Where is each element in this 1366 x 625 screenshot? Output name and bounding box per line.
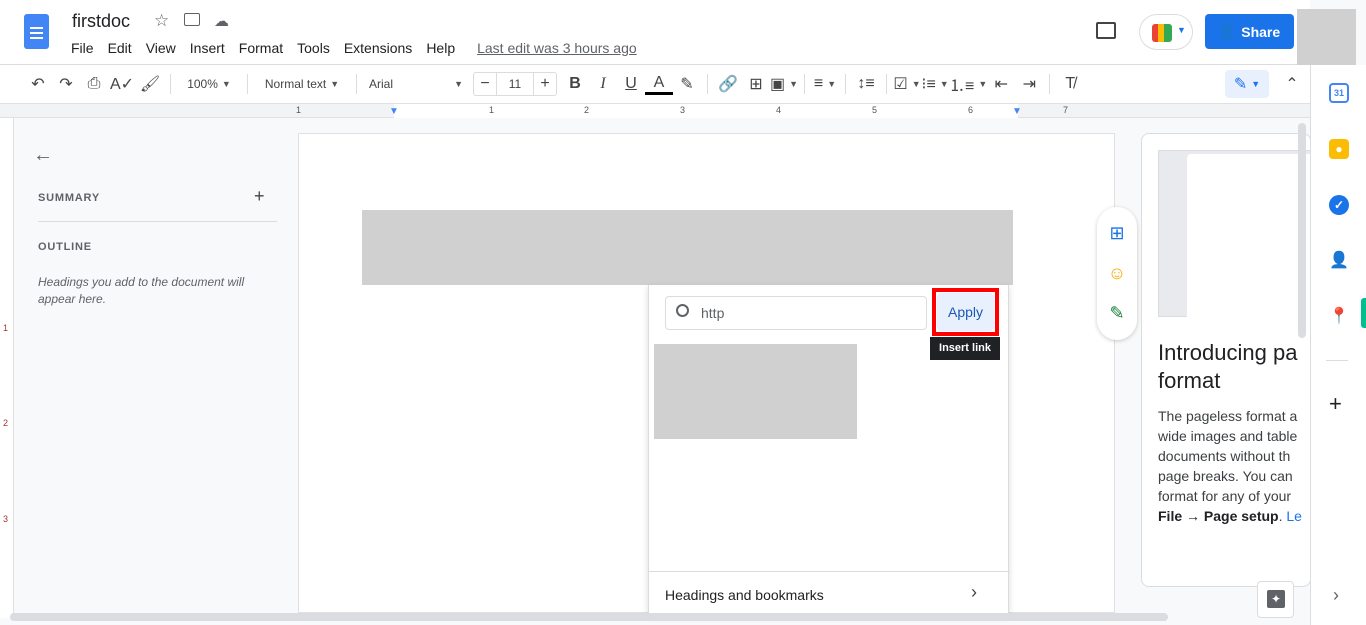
undo-icon[interactable]: ↶ bbox=[24, 70, 52, 98]
side-panel: 31 ● ✓ 👤 📍 + › bbox=[1310, 65, 1366, 625]
apply-button[interactable]: Apply bbox=[937, 293, 994, 331]
vertical-ruler[interactable]: 1 2 3 bbox=[0, 118, 14, 618]
increase-indent-icon[interactable]: ⇥ bbox=[1015, 70, 1043, 98]
insert-link-icon[interactable]: 🔗 bbox=[714, 70, 742, 98]
menu-view[interactable]: View bbox=[146, 40, 176, 56]
insert-image-icon[interactable]: ▣ ▼ bbox=[770, 70, 798, 98]
headings-bookmarks-item[interactable]: Headings and bookmarks › bbox=[649, 572, 1010, 612]
clear-formatting-icon[interactable]: T̸ bbox=[1056, 70, 1084, 98]
explore-button[interactable]: ✦ bbox=[1257, 581, 1294, 618]
header: firstdoc ☆ ☁ File Edit View Insert Forma… bbox=[0, 0, 1356, 69]
align-icon[interactable]: ≡ ▼ bbox=[811, 70, 839, 98]
redacted-content bbox=[362, 210, 1013, 285]
link-input[interactable]: http bbox=[665, 296, 927, 330]
collapse-menus-icon[interactable]: ⌃ bbox=[1278, 70, 1306, 98]
zoom-select[interactable]: 100% ▼ bbox=[177, 70, 241, 98]
menu-edit[interactable]: Edit bbox=[108, 40, 132, 56]
search-icon bbox=[676, 304, 689, 317]
horizontal-scrollbar[interactable] bbox=[10, 613, 1168, 621]
horizontal-ruler[interactable]: 1 1 2 3 4 5 6 7 ▼ ▼ bbox=[0, 103, 1310, 118]
chevron-right-icon: › bbox=[971, 582, 977, 602]
menu-format[interactable]: Format bbox=[239, 40, 283, 56]
toolbar: ↶ ↷ ⎙ A✓ 🖌 100% ▼ Normal text ▼ Arial ▼ − 1… bbox=[0, 65, 1310, 103]
menu-insert[interactable]: Insert bbox=[190, 40, 225, 56]
back-arrow-icon[interactable]: ← bbox=[33, 144, 53, 167]
spellcheck-icon[interactable]: A✓ bbox=[108, 70, 136, 98]
font-size-decrease-button[interactable]: − bbox=[474, 73, 496, 95]
comments-icon[interactable] bbox=[1096, 22, 1116, 39]
numbered-list-icon[interactable]: ⒈≡ ▼ bbox=[949, 70, 987, 98]
font-size-increase-button[interactable]: + bbox=[534, 73, 556, 95]
font-size-input[interactable]: 11 bbox=[496, 73, 534, 95]
left-indent-marker[interactable]: ▼ bbox=[389, 106, 399, 117]
account-avatar[interactable] bbox=[1297, 9, 1356, 69]
vertical-scrollbar[interactable] bbox=[1298, 123, 1306, 338]
person-add-icon: 👤 bbox=[1218, 23, 1237, 39]
tasks-icon[interactable]: ✓ bbox=[1329, 195, 1349, 215]
menu-tools[interactable]: Tools bbox=[297, 40, 330, 56]
move-folder-icon[interactable] bbox=[184, 13, 200, 26]
calendar-icon[interactable]: 31 bbox=[1329, 83, 1349, 103]
explore-icon: ✦ bbox=[1267, 590, 1285, 608]
font-select[interactable]: Arial ▼ bbox=[363, 70, 469, 98]
editing-mode-button[interactable]: ✎ ▼ bbox=[1225, 70, 1269, 98]
add-addon-icon[interactable]: + bbox=[1329, 391, 1342, 417]
redo-icon[interactable]: ↷ bbox=[52, 70, 80, 98]
menu-extensions[interactable]: Extensions bbox=[344, 40, 412, 56]
last-edit-link[interactable]: Last edit was 3 hours ago bbox=[477, 40, 637, 56]
promo-title: Introducing pa format bbox=[1158, 340, 1298, 393]
outline-label: OUTLINE bbox=[38, 241, 92, 253]
right-indent-marker[interactable]: ▼ bbox=[1012, 106, 1022, 117]
cloud-saved-icon[interactable]: ☁ bbox=[214, 12, 229, 30]
link-dialog: http Apply Insert link Headings and book… bbox=[648, 285, 1010, 615]
promo-illustration bbox=[1158, 150, 1310, 324]
redacted-suggestions bbox=[654, 344, 857, 439]
checklist-icon[interactable]: ☑ ▼ bbox=[893, 70, 921, 98]
learn-more-link[interactable]: Le bbox=[1286, 508, 1302, 524]
underline-icon[interactable]: U bbox=[617, 70, 645, 98]
maps-icon[interactable]: 📍 bbox=[1329, 307, 1349, 327]
pageless-promo-card: Introducing pa format The pageless forma… bbox=[1141, 133, 1311, 587]
promo-body: The pageless format a wide images and ta… bbox=[1158, 408, 1302, 524]
style-select[interactable]: Normal text ▼ bbox=[254, 70, 350, 98]
decrease-indent-icon[interactable]: ⇤ bbox=[987, 70, 1015, 98]
highlight-icon[interactable]: ✎ bbox=[673, 70, 701, 98]
menu-file[interactable]: File bbox=[71, 40, 94, 56]
docs-logo-icon[interactable] bbox=[24, 14, 49, 49]
keep-icon[interactable]: ● bbox=[1329, 139, 1349, 159]
contacts-icon[interactable]: 👤 bbox=[1329, 251, 1349, 271]
share-button[interactable]: 👤 Share bbox=[1205, 14, 1294, 49]
outline-hint: Headings you add to the document will ap… bbox=[38, 275, 245, 306]
menu-bar: File Edit View Insert Format Tools Exten… bbox=[71, 40, 651, 56]
add-comment-icon[interactable]: ⊞ bbox=[1106, 222, 1128, 244]
paint-format-icon[interactable]: 🖌 bbox=[136, 70, 164, 98]
floating-action-bar: ⊞ ☺ ✎ bbox=[1097, 207, 1137, 340]
meet-button[interactable]: ▼ bbox=[1139, 14, 1193, 50]
bold-icon[interactable]: B bbox=[561, 70, 589, 98]
tooltip: Insert link bbox=[930, 337, 1000, 360]
suggest-edits-icon[interactable]: ✎ bbox=[1106, 302, 1128, 324]
italic-icon[interactable]: I bbox=[589, 70, 617, 98]
print-icon[interactable]: ⎙ bbox=[80, 70, 108, 98]
meet-icon bbox=[1152, 24, 1172, 42]
doc-title[interactable]: firstdoc bbox=[72, 11, 130, 32]
menu-help[interactable]: Help bbox=[426, 40, 455, 56]
summary-label: SUMMARY bbox=[38, 192, 101, 204]
emoji-reaction-icon[interactable]: ☺ bbox=[1106, 262, 1128, 284]
show-side-panel-icon[interactable]: › bbox=[1333, 585, 1339, 606]
text-color-icon[interactable]: A bbox=[645, 73, 673, 95]
add-comment-icon[interactable]: ⊞ bbox=[742, 70, 770, 98]
bulleted-list-icon[interactable]: ⁝≡ ▼ bbox=[921, 70, 949, 98]
chevron-down-icon: ▼ bbox=[1177, 25, 1186, 35]
star-icon[interactable]: ☆ bbox=[154, 11, 169, 31]
line-spacing-icon[interactable]: ↕≡ bbox=[852, 70, 880, 98]
add-summary-icon[interactable]: + bbox=[254, 186, 265, 207]
